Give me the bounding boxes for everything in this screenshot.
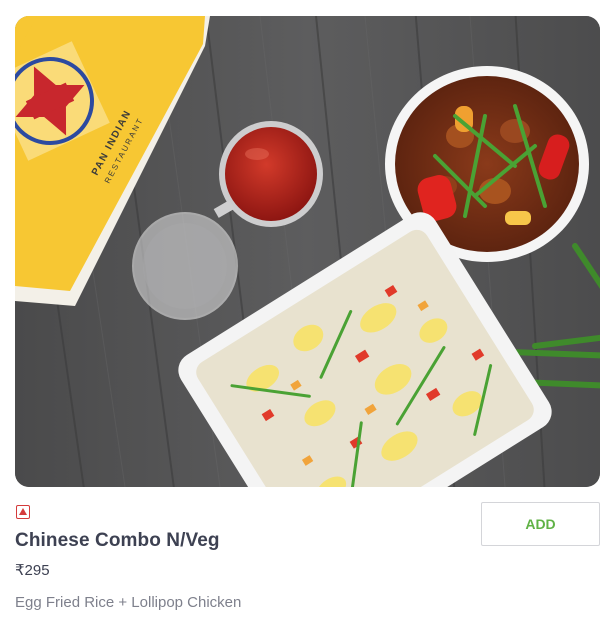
- item-name: Chinese Combo N/Veg: [15, 530, 220, 551]
- menu-item-card: PAN INDIAN RESTAURANT Chinese Combo N/Ve…: [0, 0, 616, 636]
- empty-cup: [132, 212, 238, 320]
- non-veg-triangle: [19, 508, 27, 515]
- food-photo-illustration: PAN INDIAN RESTAURANT: [15, 16, 600, 487]
- item-description: Egg Fried Rice + Lollipop Chicken: [15, 594, 242, 611]
- food-photo[interactable]: PAN INDIAN RESTAURANT: [15, 16, 600, 487]
- non-veg-icon: [16, 505, 30, 519]
- item-price: ₹295: [15, 562, 50, 579]
- add-button[interactable]: ADD: [481, 502, 600, 546]
